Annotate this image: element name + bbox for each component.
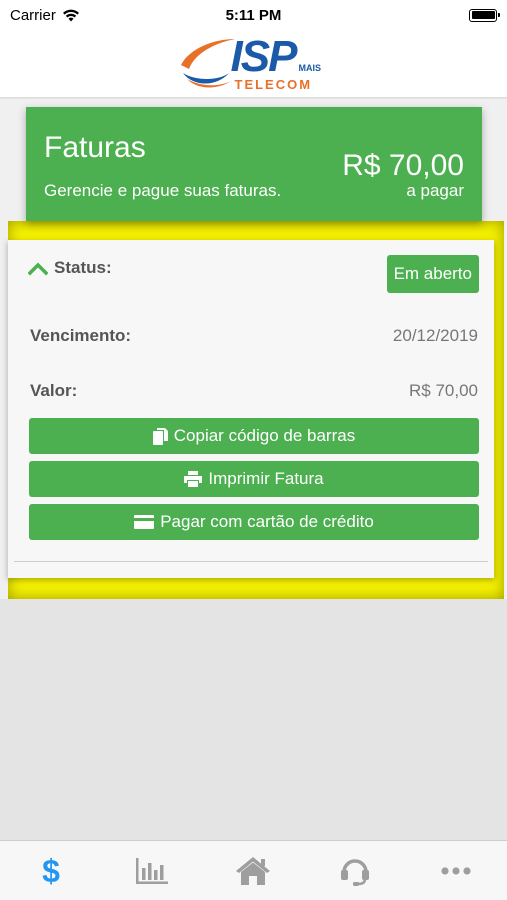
battery-icon bbox=[469, 8, 500, 22]
isp-mais-telecom-logo: ISP MAIS TELECOM bbox=[179, 33, 329, 95]
more-icon bbox=[441, 866, 471, 875]
tab-usage[interactable] bbox=[122, 846, 182, 896]
tab-support[interactable] bbox=[325, 846, 385, 896]
copy-barcode-label: Copiar código de barras bbox=[173, 426, 356, 445]
empty-area bbox=[0, 599, 507, 840]
due-date-value: 20/12/2019 bbox=[392, 326, 478, 345]
logo-telecom-text: TELECOM bbox=[234, 76, 313, 92]
headset-icon bbox=[340, 858, 369, 886]
pay-credit-card-label: Pagar com cartão de crédito bbox=[160, 512, 374, 531]
status-left: Carrier bbox=[10, 7, 80, 24]
chevron-up-icon bbox=[28, 262, 48, 276]
app-header: ISP MAIS TELECOM bbox=[0, 30, 507, 98]
logo-swoosh-icon bbox=[180, 38, 235, 87]
status-bar: Carrier 5:11 PM bbox=[0, 0, 507, 30]
printer-icon bbox=[184, 471, 203, 487]
invoices-banner: Faturas Gerencie e pague suas faturas. R… bbox=[26, 107, 482, 221]
tab-more[interactable] bbox=[426, 846, 486, 896]
pay-credit-card-button[interactable]: Pagar com cartão de crédito bbox=[29, 504, 479, 540]
tab-bar: $ bbox=[0, 840, 507, 900]
status-badge: Em aberto bbox=[386, 255, 479, 293]
copy-barcode-button[interactable]: Copiar código de barras bbox=[29, 418, 479, 454]
copy-icon bbox=[152, 427, 168, 445]
tab-invoices[interactable]: $ bbox=[21, 846, 81, 896]
credit-card-icon bbox=[134, 515, 155, 529]
status-toggle[interactable]: Status: bbox=[28, 258, 112, 278]
invoice-card: Status: Em aberto Vencimento: 20/12/2019… bbox=[8, 240, 494, 578]
due-date-label: Vencimento: bbox=[30, 326, 132, 345]
amount-due-caption: a pagar bbox=[406, 181, 464, 200]
amount-label: Valor: bbox=[30, 381, 78, 400]
dollar-icon: $ bbox=[42, 855, 60, 887]
page-title: Faturas bbox=[44, 131, 146, 164]
amount-value: R$ 70,00 bbox=[409, 381, 478, 400]
divider bbox=[14, 561, 488, 562]
carrier-label: Carrier bbox=[10, 6, 56, 24]
print-invoice-label: Imprimir Fatura bbox=[208, 469, 324, 488]
page-subtitle: Gerencie e pague suas faturas. bbox=[44, 181, 282, 200]
print-invoice-button[interactable]: Imprimir Fatura bbox=[29, 461, 479, 497]
logo-isp-text: ISP bbox=[230, 31, 298, 81]
tab-home[interactable] bbox=[223, 846, 283, 896]
bar-chart-icon bbox=[136, 857, 169, 884]
home-icon bbox=[236, 856, 271, 885]
svg-text:$: $ bbox=[42, 855, 60, 887]
status-label: Status: bbox=[54, 258, 112, 277]
logo-mais-text: MAIS bbox=[298, 62, 322, 73]
amount-due: R$ 70,00 bbox=[342, 149, 464, 182]
wifi-icon bbox=[62, 9, 79, 21]
